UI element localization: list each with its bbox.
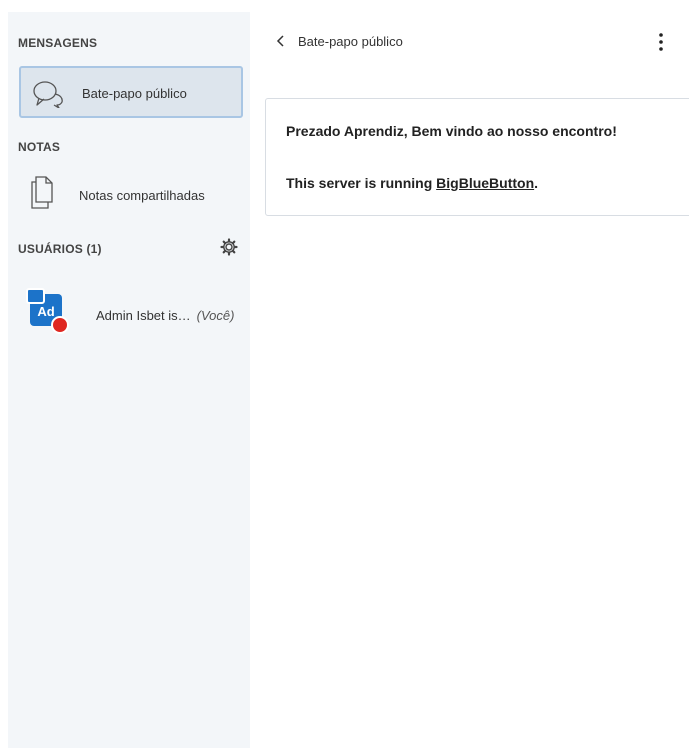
welcome-message: Prezado Aprendiz, Bem vindo ao nosso enc… <box>286 123 617 139</box>
user-you-label: (Você) <box>196 308 235 323</box>
sidebar-item-shared-notes[interactable]: Notas compartilhadas <box>19 170 243 220</box>
users-section-title: USUÁRIOS (1) <box>18 242 102 256</box>
sidebar-item-public-chat[interactable]: Bate-papo público <box>19 66 243 118</box>
avatar: Ad <box>26 288 69 334</box>
presenter-icon <box>26 288 45 304</box>
public-chat-label: Bate-papo público <box>82 86 187 101</box>
server-info-suffix: . <box>534 175 539 191</box>
gear-icon[interactable] <box>220 238 238 256</box>
messages-section-title: MENSAGENS <box>18 36 98 50</box>
chat-bubbles-icon <box>33 81 63 108</box>
notes-section-title: NOTAS <box>18 140 61 154</box>
notes-icon <box>31 176 53 209</box>
welcome-message-box: Prezado Aprendiz, Bem vindo ao nosso enc… <box>265 98 689 216</box>
chat-title[interactable]: Bate-papo público <box>298 34 403 49</box>
status-away-icon <box>51 316 69 334</box>
user-name-text: Admin Isbet is… <box>96 308 191 323</box>
more-vertical-icon[interactable] <box>656 32 666 52</box>
shared-notes-label: Notas compartilhadas <box>79 188 205 203</box>
server-info: This server is running BigBlueButton. <box>286 175 538 191</box>
chat-header: Bate-papo público <box>270 30 685 54</box>
sidebar: MENSAGENS Bate-papo público NOTAS Notas … <box>8 12 250 748</box>
bigbluebutton-link[interactable]: BigBlueButton <box>436 175 534 191</box>
chevron-left-icon[interactable] <box>276 33 286 49</box>
server-info-prefix: This server is running <box>286 175 437 191</box>
user-name: Admin Isbet is… (Você) <box>96 308 234 323</box>
user-list-item[interactable]: Ad Admin Isbet is… (Você) <box>19 282 250 336</box>
avatar-initials: Ad <box>37 304 55 319</box>
